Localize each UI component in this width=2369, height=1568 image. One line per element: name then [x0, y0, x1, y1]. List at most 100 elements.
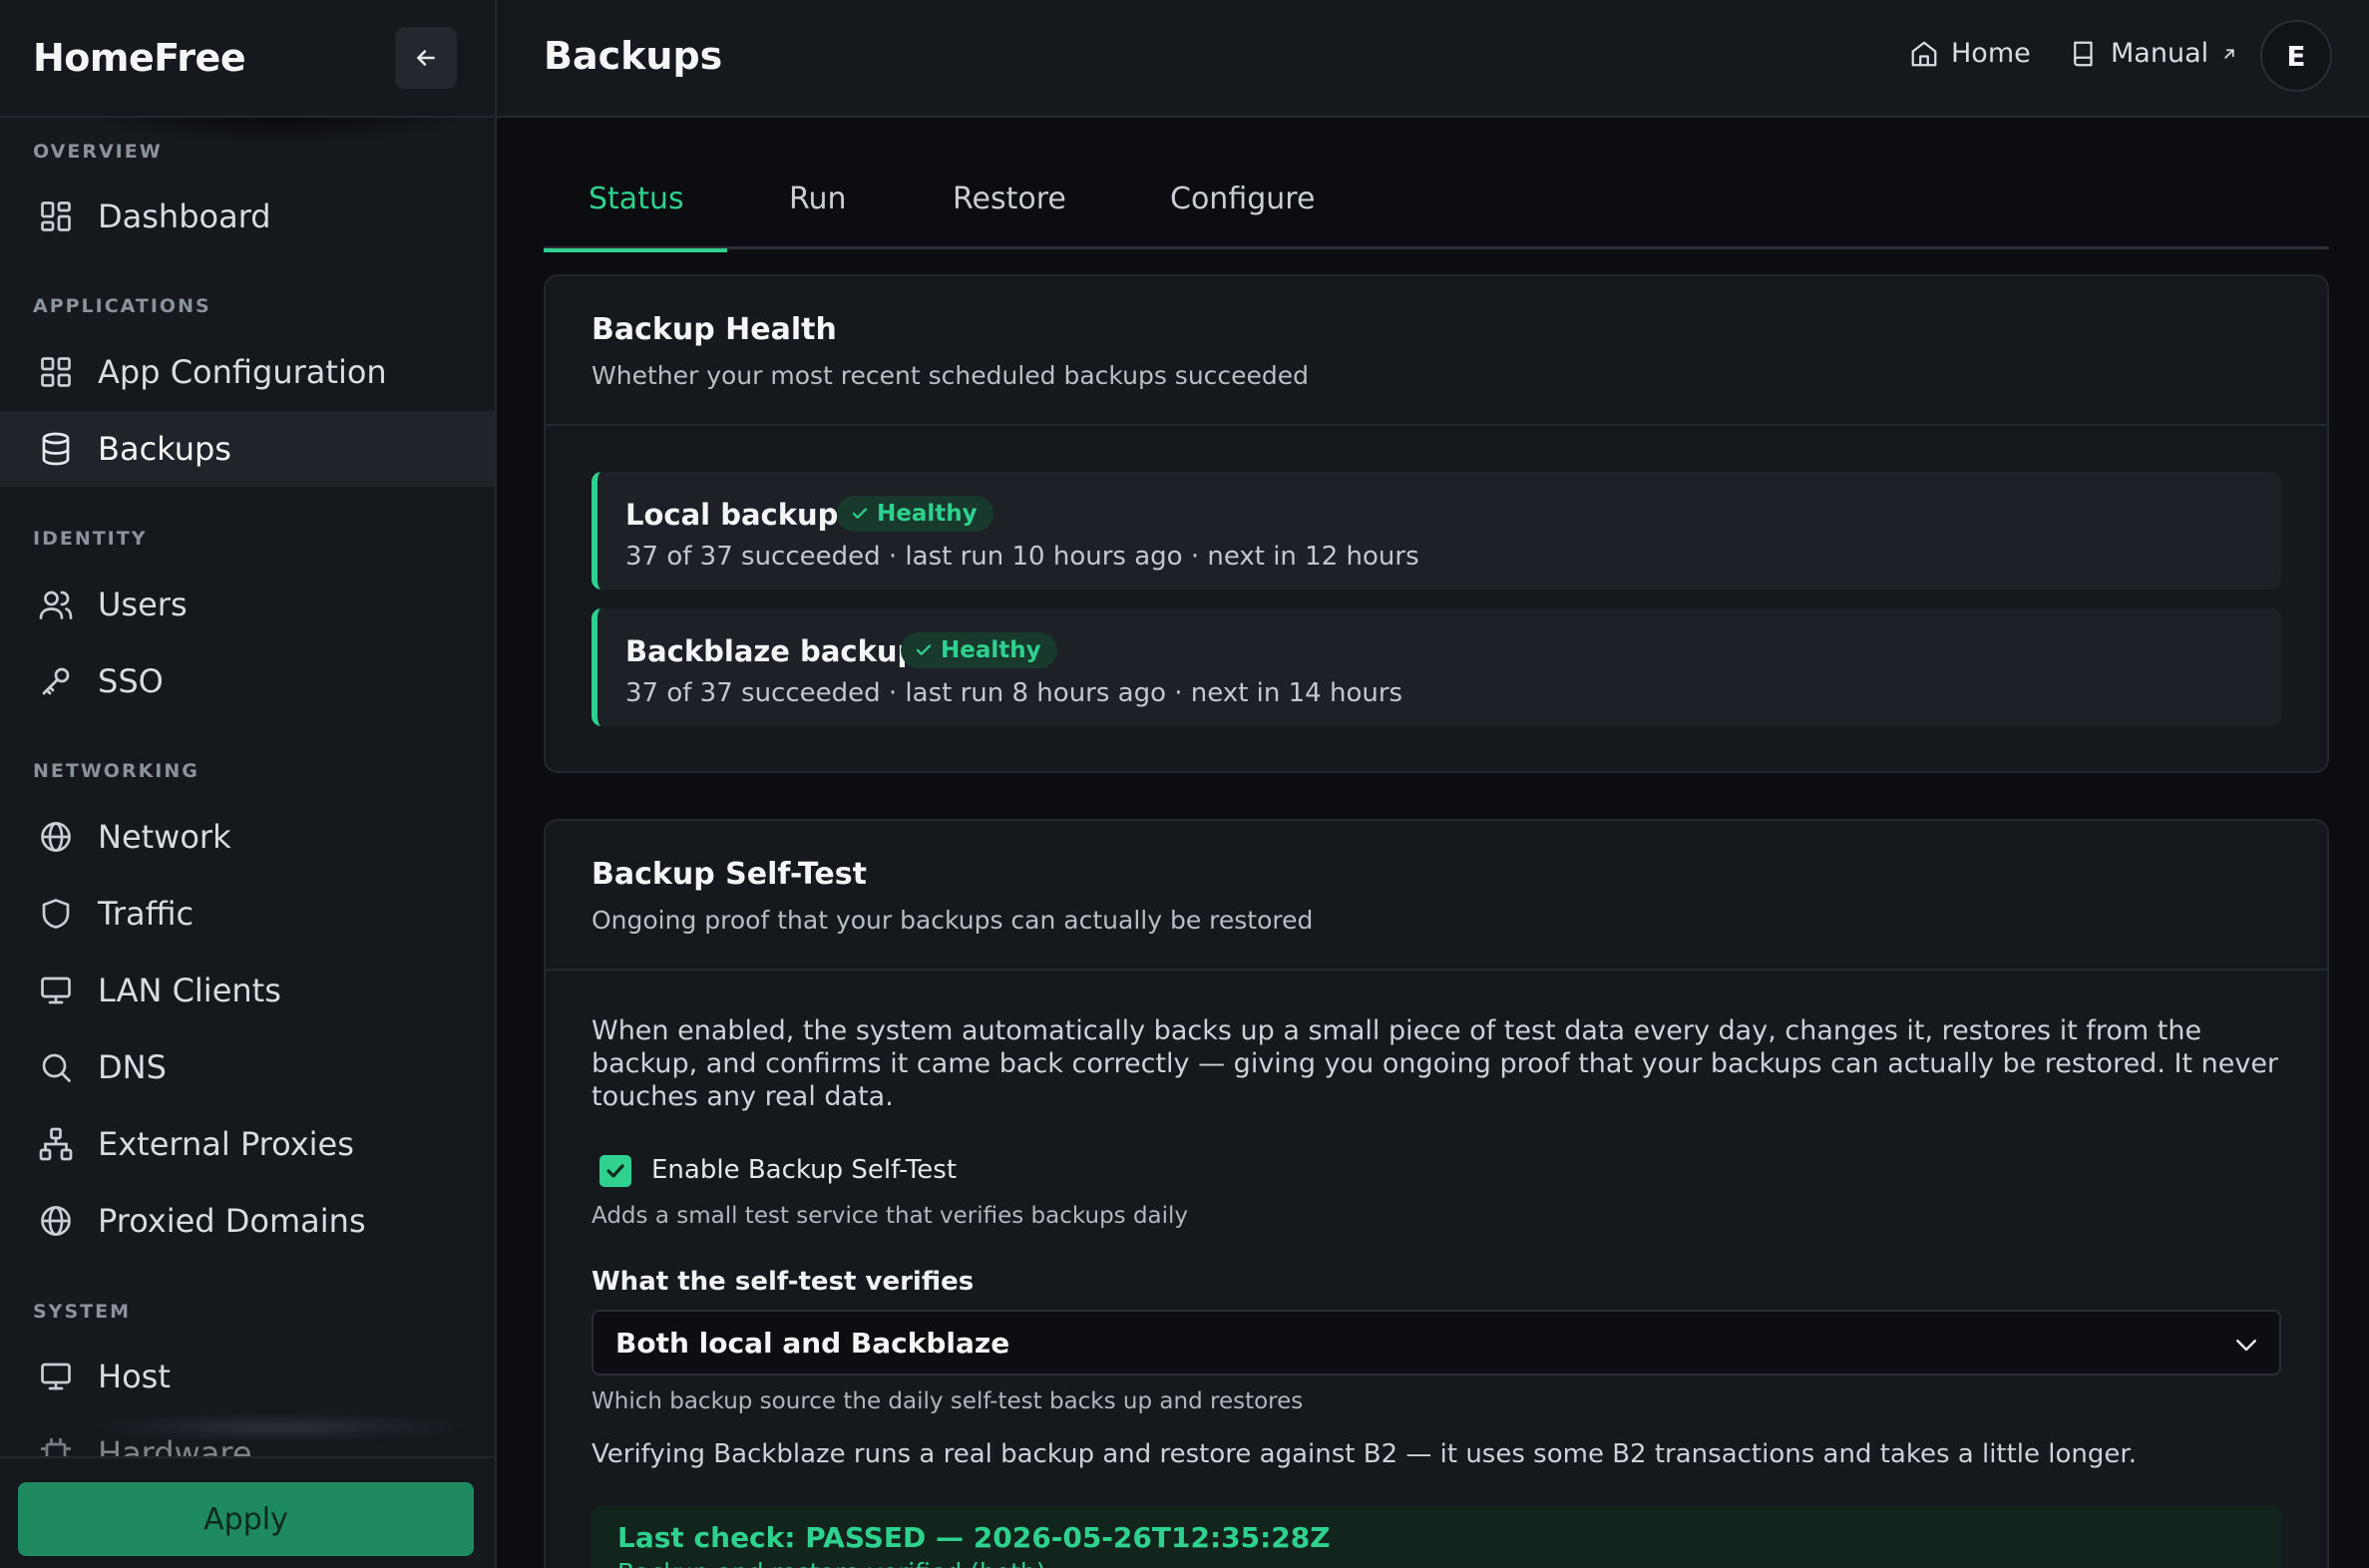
b2-note: Verifying Backblaze runs a real backup a…	[592, 1439, 2137, 1469]
section-label-applications: APPLICATIONS	[33, 295, 211, 317]
sidebar-footer: Apply	[0, 1456, 495, 1568]
sidebar-item-label: Backups	[98, 430, 231, 468]
backup-health-header: Backup Health Whether your most recent s…	[546, 276, 2327, 426]
sidebar-item-label: Proxied Domains	[98, 1202, 366, 1240]
brand-logo: HomeFree	[33, 36, 246, 80]
top-bar: Backups Home Manual E	[497, 0, 2369, 118]
apply-button[interactable]: Apply	[18, 1482, 474, 1556]
self-test-subtitle: Ongoing proof that your backups can actu…	[592, 906, 1314, 935]
check-icon	[916, 644, 932, 655]
home-link-label: Home	[1951, 38, 2031, 69]
external-link-icon	[2224, 48, 2234, 59]
sidebar-item-users[interactable]: Users	[0, 567, 495, 642]
backup-health-card: Backup Health Whether your most recent s…	[544, 274, 2329, 773]
tab-bar: Status Run Restore Configure	[544, 174, 2329, 252]
sidebar-nav[interactable]: OVERVIEW Dashboard APPLICATIONS App Conf…	[0, 118, 495, 1474]
verifies-hint: Which backup source the daily self-test …	[592, 1388, 1304, 1414]
sidebar-item-label: DNS	[98, 1048, 167, 1086]
collapse-sidebar-button[interactable]	[395, 27, 457, 89]
tab-run[interactable]: Run	[789, 174, 847, 249]
sidebar-item-traffic[interactable]: Traffic	[0, 876, 495, 952]
dashboard-icon	[38, 198, 74, 234]
last-check-title: Last check: PASSED — 2026-05-26T12:35:28…	[617, 1521, 1331, 1554]
self-test-title: Backup Self-Test	[592, 857, 867, 892]
self-test-header: Backup Self-Test Ongoing proof that your…	[546, 821, 2327, 971]
local-backups-status: Local backups Healthy 37 of 37 succeeded…	[592, 472, 2281, 589]
section-label-identity: IDENTITY	[33, 528, 148, 550]
enable-self-test-checkbox[interactable]	[599, 1155, 631, 1187]
section-label-overview: OVERVIEW	[33, 141, 163, 163]
sidebar-item-host[interactable]: Host	[0, 1339, 495, 1414]
home-icon	[1911, 41, 1937, 66]
enable-self-test-label[interactable]: Enable Backup Self-Test	[651, 1155, 957, 1185]
check-icon	[852, 508, 868, 519]
sidebar-item-backups[interactable]: Backups	[0, 411, 495, 487]
sidebar-item-network[interactable]: Network	[0, 799, 495, 875]
last-check-result: Last check: PASSED — 2026-05-26T12:35:28…	[592, 1505, 2281, 1568]
book-icon	[2074, 41, 2093, 66]
status-name: Backblaze backups	[625, 634, 936, 668]
sidebar-item-label: External Proxies	[98, 1125, 354, 1163]
status-badge: Healthy	[901, 632, 1057, 668]
sidebar-header: HomeFree	[0, 0, 495, 118]
section-label-system: SYSTEM	[33, 1301, 131, 1323]
status-detail: 37 of 37 succeeded · last run 10 hours a…	[625, 542, 1419, 572]
monitor-icon	[38, 1359, 74, 1394]
arrow-left-icon	[417, 50, 435, 66]
tab-configure[interactable]: Configure	[1170, 174, 1315, 249]
last-check-detail: Backup and restore verified (both).	[617, 1558, 2255, 1568]
grid-icon	[38, 354, 74, 390]
verifies-field-label: What the self-test verifies	[592, 1267, 975, 1297]
sidebar-item-label: LAN Clients	[98, 972, 281, 1009]
sidebar-item-label: Network	[98, 818, 231, 856]
sidebar-item-label: Host	[98, 1358, 171, 1395]
check-icon	[606, 1164, 624, 1178]
verifies-select-value: Both local and Backblaze	[615, 1326, 1010, 1360]
sidebar-item-label: Traffic	[98, 895, 195, 933]
globe-icon	[38, 1203, 74, 1239]
status-badge: Healthy	[837, 496, 993, 532]
sidebar-scroll-fade	[90, 1412, 469, 1442]
user-avatar[interactable]: E	[2260, 20, 2332, 92]
status-name: Local backups	[625, 498, 856, 532]
search-icon	[38, 1049, 74, 1085]
database-icon	[38, 431, 74, 467]
sidebar-item-app-configuration[interactable]: App Configuration	[0, 334, 495, 410]
status-detail: 37 of 37 succeeded · last run 8 hours ag…	[625, 678, 1403, 708]
sidebar-item-label: Dashboard	[98, 197, 271, 235]
status-badge-label: Healthy	[877, 501, 978, 527]
backup-self-test-card: Backup Self-Test Ongoing proof that your…	[544, 819, 2329, 1568]
self-test-description: When enabled, the system automatically b…	[592, 1015, 2279, 1112]
tab-status[interactable]: Status	[544, 174, 727, 252]
sidebar-item-sso[interactable]: SSO	[0, 643, 495, 719]
globe-icon	[38, 819, 74, 855]
sidebar-item-lan-clients[interactable]: LAN Clients	[0, 953, 495, 1028]
main-content: Status Run Restore Configure Backup Heal…	[497, 118, 2369, 1568]
sidebar-item-label: SSO	[98, 662, 164, 700]
home-link[interactable]: Home	[1909, 38, 2031, 69]
network-icon	[38, 1126, 74, 1162]
backup-health-subtitle: Whether your most recent scheduled backu…	[592, 361, 1310, 390]
verifies-select[interactable]: Both local and Backblaze	[592, 1310, 2281, 1375]
users-icon	[38, 587, 74, 622]
monitor-icon	[38, 973, 74, 1008]
sidebar-item-proxied-domains[interactable]: Proxied Domains	[0, 1183, 495, 1259]
sidebar-item-label: Users	[98, 586, 188, 623]
key-icon	[38, 663, 74, 699]
status-badge-label: Healthy	[941, 637, 1041, 663]
shield-icon	[38, 896, 74, 932]
enable-self-test-hint: Adds a small test service that verifies …	[592, 1203, 1189, 1229]
page-title: Backups	[544, 34, 723, 78]
tab-restore[interactable]: Restore	[953, 174, 1066, 249]
section-label-networking: NETWORKING	[33, 760, 199, 782]
chevron-down-icon	[2236, 1340, 2256, 1352]
sidebar: HomeFree OVERVIEW Dashboard APPLICATIONS…	[0, 0, 497, 1568]
sidebar-item-dns[interactable]: DNS	[0, 1029, 495, 1105]
manual-link[interactable]: Manual	[2069, 38, 2238, 69]
sidebar-item-external-proxies[interactable]: External Proxies	[0, 1106, 495, 1182]
backup-health-title: Backup Health	[592, 312, 837, 347]
sidebar-item-dashboard[interactable]: Dashboard	[0, 179, 495, 254]
backblaze-backups-status: Backblaze backups Healthy 37 of 37 succe…	[592, 608, 2281, 726]
manual-link-label: Manual	[2111, 38, 2209, 69]
sidebar-item-label: App Configuration	[98, 353, 387, 391]
